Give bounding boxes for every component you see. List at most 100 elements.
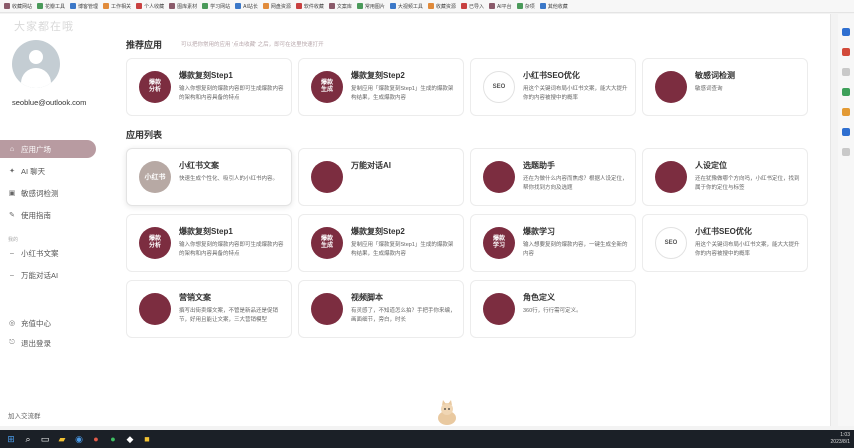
nav-logout[interactable]: ⎋ 退出登录 xyxy=(0,334,96,352)
nav-ai-chat[interactable]: ✦ AI 聊天 xyxy=(0,162,96,180)
nav-label: 万能对话AI xyxy=(21,270,59,280)
app-icon[interactable]: ● xyxy=(91,434,101,444)
bookmark-label: 图库素材 xyxy=(177,3,198,10)
nav-my-xhs-copy[interactable]: – 小红书文案 xyxy=(0,244,96,262)
extension-icon[interactable] xyxy=(842,68,850,76)
taskbar: ⊞ ⌕ ▭ ▰ ◉ ● ● ◆ ■ 1:03 2023/8/1 xyxy=(0,430,854,448)
bookmark-item[interactable]: 常用图片 xyxy=(356,3,385,10)
nav-label: 小红书文案 xyxy=(21,248,59,258)
bookmark-item[interactable]: 其他收藏 xyxy=(539,3,568,10)
app-icon[interactable]: ■ xyxy=(142,434,152,444)
extension-icon[interactable] xyxy=(842,128,850,136)
app-icon: 爆款 生成 xyxy=(311,71,343,103)
bookmark-item[interactable]: 文案库 xyxy=(328,3,352,10)
clock-time: 1:03 xyxy=(840,432,850,438)
app-icon-text: 爆款 学习 xyxy=(492,236,505,249)
app-icon[interactable]: ● xyxy=(108,434,118,444)
app-card[interactable]: 爆款 生成 爆款复刻Step2 复制应用「爆款复刻Step1」生成的爆款架构结果，生… xyxy=(298,58,464,116)
add-icon[interactable] xyxy=(842,148,850,156)
browser-icon[interactable]: ◉ xyxy=(74,434,84,444)
app-card[interactable]: 万能对话AI xyxy=(298,148,464,206)
search-icon[interactable]: ⌕ xyxy=(23,434,33,444)
browser-side-toolbar xyxy=(838,14,854,426)
app-icon-text: 爆款 分析 xyxy=(148,80,161,93)
bookmark-item[interactable]: 收藏网站 xyxy=(4,3,32,10)
app-card[interactable]: 人设定位 还在犹豫做哪个方向吗，小红书定位，找到属于你的定位与标签 xyxy=(642,148,808,206)
app-card[interactable]: 爆款 学习 爆款学习 输入想要复刻的爆款内容，一键生成全新的内容 xyxy=(470,214,636,272)
app-title: 人设定位 xyxy=(695,161,727,170)
task-view-icon[interactable]: ▭ xyxy=(40,434,50,444)
bookmark-item[interactable]: 博客管理 xyxy=(70,3,98,10)
bookmark-item[interactable]: 已导入 xyxy=(460,3,484,10)
app-title: 爆款学习 xyxy=(523,227,555,236)
system-clock[interactable]: 1:03 2023/8/1 xyxy=(831,432,850,446)
app-title: 万能对话AI xyxy=(351,161,391,170)
app-card[interactable]: 营销文案 撰写出街卖爆文案，不管是新品还是促销节，好用且能让文案，三大营销模型 xyxy=(126,280,292,338)
bookmark-item[interactable]: 图库素材 xyxy=(169,3,197,10)
app-description: 有灵感了，不知道怎么拍？手把手你来编，画面细节，旁白，时长 xyxy=(351,308,456,323)
bookmark-item[interactable]: AI平台 xyxy=(488,3,512,10)
nav-app-square[interactable]: ⌂ 应用广场 xyxy=(0,140,96,158)
app-card[interactable]: 敏感词检测 敏感词查询 xyxy=(642,58,808,116)
app-title: 爆款复刻Step2 xyxy=(351,71,405,80)
nav-sensitive-words[interactable]: ▣ 敏感词检测 xyxy=(0,184,96,202)
extension-icon[interactable] xyxy=(842,28,850,36)
app-card[interactable]: 爆款 分析 爆款复刻Step1 输入你想复刻的爆款内容即可生成爆款内容的架构和内容具… xyxy=(126,58,292,116)
app-icon[interactable]: ◆ xyxy=(125,434,135,444)
app-icon: SEO xyxy=(655,227,687,259)
logout-icon: ⎋ xyxy=(9,339,15,346)
app-title: 营销文案 xyxy=(179,293,211,302)
bookmark-icon xyxy=(460,3,467,9)
app-card[interactable]: SEO 小红书SEO优化 用这个关键词布局小红书文案，能大大提升你的内容被搜中的概率 xyxy=(470,58,636,116)
avatar-body-icon xyxy=(21,68,51,88)
app-icon-text: SEO xyxy=(492,83,506,90)
app-icon xyxy=(311,293,343,325)
bookmark-item[interactable]: 软件收藏 xyxy=(295,3,324,10)
extension-icon[interactable] xyxy=(842,108,850,116)
bookmark-label: 杂项 xyxy=(524,3,535,10)
nav-label: 充值中心 xyxy=(21,318,51,328)
app-list-title: 应用列表 xyxy=(126,130,163,140)
app-card[interactable]: 视频脚本 有灵感了，不知道怎么拍？手把手你来编，画面细节，旁白，时长 xyxy=(298,280,464,338)
bookmark-item[interactable]: 工作相关 xyxy=(103,3,131,10)
join-group-link[interactable]: 加入交流群 xyxy=(8,410,41,420)
bookmark-label: 软件收藏 xyxy=(303,3,324,10)
avatar[interactable] xyxy=(12,40,60,88)
app-window: 大家都在哦 seoblue@outlook.com ⌂ 应用广场 ✦ AI 聊天… xyxy=(0,14,831,426)
app-title: 小红书SEO优化 xyxy=(523,71,580,80)
app-card[interactable]: 爆款 生成 爆款复刻Step2 复制应用「爆款复刻Step1」生成的爆款架构结果，生… xyxy=(298,214,464,272)
app-card[interactable]: 小红书 小红书文案 快速生成个性化、吸引人的小红书内容。 xyxy=(126,148,292,206)
nav-guide[interactable]: ✎ 使用指南 xyxy=(0,206,96,224)
bookmark-icon xyxy=(539,3,546,9)
bookmark-icon xyxy=(295,3,302,9)
app-title: 选题助手 xyxy=(523,161,555,170)
file-explorer-icon[interactable]: ▰ xyxy=(57,434,67,444)
bookmark-item[interactable]: 个人收藏 xyxy=(136,3,164,10)
bookmark-item[interactable]: 收藏资源 xyxy=(427,3,456,10)
bookmark-label: 博客管理 xyxy=(78,3,99,10)
app-description: 复制应用「爆款复刻Step1」生成的爆款架构结果，生成爆款内容 xyxy=(351,86,454,101)
app-card[interactable]: 选题助手 还在为做什么内容而焦虑？根据人设定位，帮你找到方向及选题 xyxy=(470,148,636,206)
bookmark-item[interactable]: 网盘资源 xyxy=(262,3,291,10)
app-title: 爆款复刻Step1 xyxy=(179,227,233,236)
bookmark-item[interactable]: 杂项 xyxy=(516,3,535,10)
bookmark-item[interactable]: AI站长 xyxy=(235,3,258,10)
app-icon-text: 小红书 xyxy=(144,173,166,181)
extension-icon[interactable] xyxy=(842,48,850,56)
windows-start-icon[interactable]: ⊞ xyxy=(6,434,16,444)
nav-my-universal-ai[interactable]: – 万能对话AI xyxy=(0,266,96,284)
app-description: 敏感词查询 xyxy=(695,86,723,92)
dash-icon: – xyxy=(10,249,14,257)
bookmark-item[interactable]: 大视频工具 xyxy=(389,3,423,10)
app-card[interactable]: 爆款 分析 爆款复刻Step1 输入你想复刻的爆款内容即可生成爆款内容的架构和内容具… xyxy=(126,214,292,272)
bookmark-icon xyxy=(136,3,143,9)
extension-icon[interactable] xyxy=(842,88,850,96)
app-icon-text: 爆款 分析 xyxy=(148,236,161,249)
bookmark-item[interactable]: 花瓣工具 xyxy=(37,3,65,10)
app-card[interactable]: 角色定义 360行，行行需可定义。 xyxy=(470,280,636,338)
bookmark-item[interactable]: 学习网站 xyxy=(202,3,230,10)
app-card[interactable]: SEO 小红书SEO优化 用这个关键词布局小红书文案，能大大提升你的内容被搜中的概率 xyxy=(642,214,808,272)
bookmark-label: 大视频工具 xyxy=(397,3,423,10)
app-description: 复制应用「爆款复刻Step1」生成的爆款架构结果，生成爆款内容 xyxy=(351,242,454,257)
nav-recharge[interactable]: ◎ 充值中心 xyxy=(0,314,96,332)
